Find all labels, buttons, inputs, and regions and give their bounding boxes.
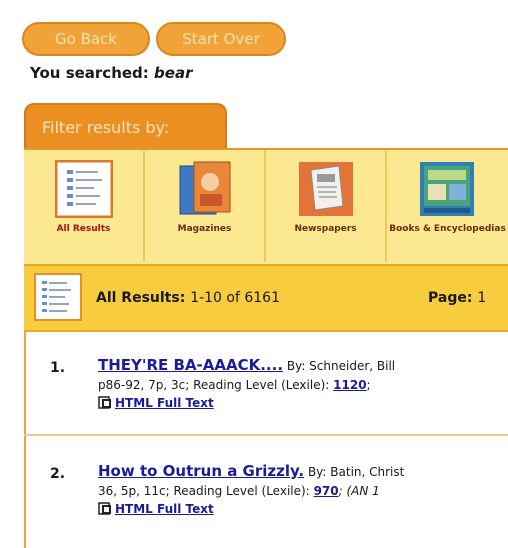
filter-heading: Filter results by:: [24, 103, 227, 149]
result-details: 36, 5p, 11c; Reading Level (Lexile): 970…: [98, 484, 380, 498]
tab-newspapers[interactable]: Newspapers: [266, 150, 388, 262]
newspaper-icon: [297, 160, 355, 218]
results-count-label: All Results:: [96, 290, 186, 306]
tab-label: Books & Encyclopedias: [389, 224, 506, 234]
results-list-icon: [34, 273, 82, 321]
list-item: 1. THEY'RE BA-AAACK.... By: Schneider, B…: [24, 332, 508, 436]
result-details-tail: ; (AN 1: [338, 484, 380, 498]
page-indicator: Page: 1: [428, 290, 486, 306]
result-number: 2.: [50, 466, 66, 482]
lexile-link[interactable]: 970: [314, 484, 339, 498]
start-over-button[interactable]: Start Over: [156, 22, 286, 56]
filter-tabs: All Results Magazines Newspapers Books &…: [24, 148, 508, 264]
document-icon: [98, 396, 112, 409]
tab-all-results[interactable]: All Results: [24, 150, 146, 262]
search-term: bear: [154, 64, 193, 82]
full-text-row: HTML Full Text: [98, 502, 214, 516]
result-title-link[interactable]: THEY'RE BA-AAACK....: [98, 356, 283, 374]
document-icon: [98, 502, 112, 515]
result-byline: By: Schneider, Bill: [286, 359, 396, 373]
html-full-text-link[interactable]: HTML Full Text: [115, 396, 214, 410]
list-icon: [54, 159, 114, 219]
result-headline: How to Outrun a Grizzly. By: Batin, Chri…: [98, 462, 404, 480]
lexile-link[interactable]: 1120: [333, 378, 366, 392]
tab-magazines[interactable]: Magazines: [145, 150, 267, 262]
search-label: You searched:: [30, 64, 149, 82]
result-title-link[interactable]: How to Outrun a Grizzly.: [98, 462, 304, 480]
result-details-text: p86-92, 7p, 3c; Reading Level (Lexile):: [98, 378, 330, 392]
list-item: 2. How to Outrun a Grizzly. By: Batin, C…: [24, 438, 508, 542]
results-count: All Results: 1-10 of 6161: [96, 290, 280, 306]
result-details-tail: ;: [366, 378, 371, 392]
search-summary: You searched: bear: [30, 64, 192, 82]
magazine-icon: [176, 160, 234, 218]
books-icon: [418, 160, 476, 218]
page-label: Page:: [428, 290, 473, 306]
result-details: p86-92, 7p, 3c; Reading Level (Lexile): …: [98, 378, 371, 392]
results-range: 1-10 of 6161: [190, 290, 280, 306]
tab-label: Newspapers: [294, 224, 357, 234]
full-text-row: HTML Full Text: [98, 396, 214, 410]
tab-label: All Results: [56, 224, 111, 234]
results-bar: All Results: 1-10 of 6161 Page: 1: [24, 264, 508, 332]
go-back-button[interactable]: Go Back: [22, 22, 150, 56]
tab-label: Magazines: [177, 224, 232, 234]
tab-books-encyclopedias[interactable]: Books & Encyclopedias: [387, 150, 508, 262]
result-byline: By: Batin, Christ: [307, 465, 405, 479]
result-headline: THEY'RE BA-AAACK.... By: Schneider, Bill: [98, 356, 395, 374]
page-number[interactable]: 1: [477, 290, 486, 306]
html-full-text-link[interactable]: HTML Full Text: [115, 502, 214, 516]
result-number: 1.: [50, 360, 66, 376]
result-details-text: 36, 5p, 11c; Reading Level (Lexile):: [98, 484, 310, 498]
